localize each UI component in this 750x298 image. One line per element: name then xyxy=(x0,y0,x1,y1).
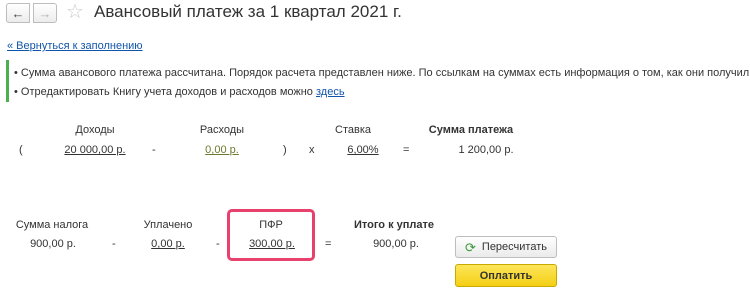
paid-value-link[interactable]: 0,00 р. xyxy=(151,238,185,250)
favorite-star-icon[interactable]: ☆ xyxy=(66,0,84,24)
income-value-link[interactable]: 20 000,00 р. xyxy=(64,144,125,156)
income-header: Доходы xyxy=(75,124,115,136)
total-value: 900,00 р. xyxy=(373,238,419,250)
bullet: • xyxy=(14,86,18,98)
equals-operator: = xyxy=(325,238,332,250)
bullet: • xyxy=(14,67,18,79)
recalculate-button[interactable]: ⟳ Пересчитать xyxy=(455,236,557,258)
expenses-header: Расходы xyxy=(199,124,245,136)
rate-value-link[interactable]: 6,00% xyxy=(347,144,378,156)
total-header: Итого к уплате xyxy=(353,219,434,231)
close-paren: ) xyxy=(283,144,287,156)
times-operator: x xyxy=(309,144,315,156)
minus-operator: - xyxy=(152,144,156,156)
minus-operator: - xyxy=(216,238,220,250)
rate-header: Ставка xyxy=(335,124,371,136)
forward-nav-button[interactable]: → xyxy=(33,3,57,23)
paid-header: Уплачено xyxy=(143,219,193,231)
page-title: Авансовый платеж за 1 квартал 2021 г. xyxy=(94,2,402,21)
pfr-highlight-box xyxy=(227,209,315,261)
info-text-2: Отредактировать Книгу учета доходов и ра… xyxy=(20,86,313,98)
pay-button[interactable]: Оплатить xyxy=(455,264,557,287)
arrow-left-icon: ← xyxy=(11,5,25,21)
expenses-value: 0,00 р. xyxy=(182,144,262,156)
info-line-2: • Отредактировать Книгу учета доходов и … xyxy=(14,86,345,98)
pay-label: Оплатить xyxy=(479,269,533,282)
edit-ledger-link[interactable]: здесь xyxy=(316,86,345,98)
recalculate-label: Пересчитать xyxy=(481,241,547,253)
tax-header: Сумма налога xyxy=(15,219,89,231)
refresh-icon: ⟳ xyxy=(465,239,476,255)
income-value: 20 000,00 р. xyxy=(45,144,145,156)
equals-operator: = xyxy=(403,144,410,156)
back-to-form-link[interactable]: « Вернуться к заполнению xyxy=(7,40,143,52)
info-accent-bar xyxy=(6,60,9,102)
payment-value: 1 200,00 р. xyxy=(458,144,514,156)
info-line-1: • Сумма авансового платежа рассчитана. П… xyxy=(14,67,750,79)
minus-operator: - xyxy=(112,238,116,250)
expenses-value-link[interactable]: 0,00 р. xyxy=(205,144,239,156)
paid-value: 0,00 р. xyxy=(138,238,198,250)
payment-header: Сумма платежа xyxy=(428,124,514,136)
info-text-1: Сумма авансового платежа рассчитана. Пор… xyxy=(20,67,750,79)
rate-value: 6,00% xyxy=(333,144,393,156)
open-paren: ( xyxy=(19,144,23,156)
back-nav-button[interactable]: ← xyxy=(6,3,30,23)
arrow-right-icon: → xyxy=(38,5,52,21)
tax-value: 900,00 р. xyxy=(30,238,76,250)
